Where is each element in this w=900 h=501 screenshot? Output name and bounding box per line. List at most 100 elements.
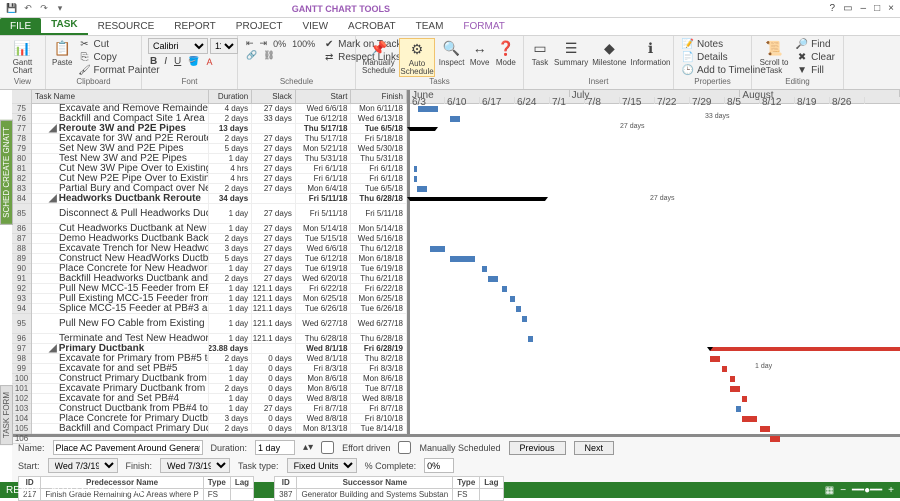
indent-button[interactable]: ⇥ — [258, 38, 270, 49]
tab-resource[interactable]: RESOURCE — [88, 18, 165, 35]
row-id[interactable]: 100 — [12, 374, 31, 384]
tab-file[interactable]: FILE — [0, 18, 41, 35]
table-row[interactable]: Test New 3W and P2E Pipes1 day27 daysThu… — [32, 154, 407, 164]
row-id[interactable]: 86 — [12, 224, 31, 234]
sidetab-gantt[interactable]: SCHED CREATE GNATT — [0, 120, 13, 225]
sidetab-task-form[interactable]: TASK FORM — [0, 385, 13, 445]
row-id[interactable]: 81 — [12, 164, 31, 174]
gantt-bar[interactable] — [450, 256, 475, 262]
table-row[interactable]: Cut New 3W Pipe Over to Existing, Test4 … — [32, 164, 407, 174]
gantt-bar[interactable] — [722, 366, 727, 372]
row-id[interactable]: 77 — [12, 124, 31, 134]
gantt-bar[interactable] — [710, 356, 720, 362]
insert-task-button[interactable]: ▭Task — [530, 38, 550, 67]
gantt-bar[interactable] — [742, 416, 757, 422]
table-row[interactable]: Cut Headworks Ductbank at New PB #3 Loca… — [32, 224, 407, 234]
table-row[interactable]: Backfill and Compact Primary Ductbank2 d… — [32, 424, 407, 434]
table-row[interactable]: ◢Headworks Ductbank Reroute34 daysFri 5/… — [32, 194, 407, 204]
table-row[interactable]: Backfill and Compact Site 1 Area2 days33… — [32, 114, 407, 124]
table-row[interactable]: Place Concrete for Primary Ductbank from… — [32, 414, 407, 424]
move-button[interactable]: ↔Move — [469, 38, 491, 67]
tab-task[interactable]: TASK — [41, 16, 87, 35]
outdent-button[interactable]: ⇤ — [244, 38, 256, 49]
col-duration[interactable]: Duration — [209, 90, 253, 103]
ribbon-collapse-icon[interactable]: ▭ — [843, 3, 852, 14]
row-id[interactable]: 79 — [12, 144, 31, 154]
table-row[interactable]: Backfill Headworks Ductbank and Compact2… — [32, 274, 407, 284]
row-id[interactable]: 82 — [12, 174, 31, 184]
gantt-bar[interactable] — [450, 116, 460, 122]
form-start-select[interactable]: Wed 7/3/19 — [48, 458, 118, 473]
table-row[interactable]: Partial Bury and Compact over New 3W and… — [32, 184, 407, 194]
row-id[interactable]: 83 — [12, 184, 31, 194]
font-family-select[interactable]: Calibri — [148, 38, 208, 54]
gantt-bar[interactable] — [488, 276, 498, 282]
col-finish[interactable]: Finish — [351, 90, 407, 103]
gantt-bar[interactable] — [528, 336, 533, 342]
mode-button[interactable]: ❓Mode — [495, 38, 517, 67]
form-name-input[interactable] — [53, 440, 203, 455]
table-row[interactable]: Set New 3W and P2E Pipes5 days27 daysMon… — [32, 144, 407, 154]
tab-format[interactable]: FORMAT — [453, 18, 514, 35]
table-row[interactable]: ◢Primary Ductbank223.88 daysWed 8/1/18Fr… — [32, 344, 407, 354]
help-icon[interactable]: ? — [830, 3, 836, 14]
row-id[interactable]: 87 — [12, 234, 31, 244]
tab-project[interactable]: PROJECT — [226, 18, 293, 35]
row-id[interactable]: 95 — [12, 314, 31, 334]
information-button[interactable]: ℹInformation — [630, 38, 670, 67]
qat-save-icon[interactable]: 💾 — [6, 3, 18, 15]
row-id[interactable]: 105 — [12, 424, 31, 434]
table-row[interactable]: Terminate and Test New Headworks FO Cabl… — [32, 334, 407, 344]
table-row[interactable]: Pull New MCC-15 Feeder from EPB-1-480 to… — [32, 284, 407, 294]
effort-driven-checkbox[interactable] — [321, 440, 334, 455]
form-tasktype-select[interactable]: Fixed Units — [287, 458, 357, 473]
find-button[interactable]: 🔎Find — [794, 38, 837, 50]
form-finish-select[interactable]: Wed 7/3/19 — [160, 458, 230, 473]
row-id[interactable]: 103 — [12, 404, 31, 414]
table-row[interactable]: Place Concrete for New Headworks Ductban… — [32, 264, 407, 274]
tab-view[interactable]: VIEW — [292, 18, 338, 35]
table-row[interactable]: Excavate for and set PB#51 day0 daysFri … — [32, 364, 407, 374]
col-task-name[interactable]: Task Name — [32, 90, 209, 103]
fill-color-button[interactable]: 🪣 — [186, 56, 201, 67]
inspect-button[interactable]: 🔍Inspect — [439, 38, 465, 67]
table-row[interactable]: Excavate and Remove Remainder of Abandon… — [32, 104, 407, 114]
tab-report[interactable]: REPORT — [164, 18, 226, 35]
zoom-in-icon[interactable]: + — [888, 485, 894, 496]
view-shortcut-icon[interactable]: ▦ — [825, 485, 834, 496]
table-row[interactable]: Construct Ductbank from PB#4 to PB#51 da… — [32, 404, 407, 414]
row-id[interactable]: 92 — [12, 284, 31, 294]
gantt-bar[interactable] — [510, 296, 515, 302]
table-row[interactable]: Demo Headworks Ductbank Back to EPB-1-48… — [32, 234, 407, 244]
zoom-slider[interactable]: ━━●━━ — [852, 485, 882, 496]
gantt-bar[interactable] — [516, 306, 521, 312]
bold-button[interactable]: B — [148, 56, 159, 67]
row-id[interactable]: 88 — [12, 244, 31, 254]
row-id[interactable]: 97 — [12, 344, 31, 354]
close-icon[interactable]: × — [888, 3, 894, 14]
form-pct-input[interactable] — [424, 458, 454, 473]
maximize-icon[interactable]: □ — [874, 3, 880, 14]
table-row[interactable]: Disconnect & Pull Headworks Ductbank Cab… — [32, 204, 407, 224]
row-id[interactable]: 80 — [12, 154, 31, 164]
table-row[interactable]: Excavate for and Set PB#41 day0 daysWed … — [32, 394, 407, 404]
row-id[interactable]: 75 — [12, 104, 31, 114]
qat-undo-icon[interactable]: ↶ — [22, 3, 34, 15]
duration-spinner-icon[interactable]: ▴▾ — [303, 442, 313, 453]
gantt-bar[interactable] — [760, 426, 770, 432]
italic-button[interactable]: I — [162, 56, 169, 67]
form-duration-input[interactable] — [255, 440, 295, 455]
underline-button[interactable]: U — [172, 56, 183, 67]
row-id[interactable]: 78 — [12, 134, 31, 144]
row-id[interactable]: 89 — [12, 254, 31, 264]
col-slack[interactable]: Slack — [252, 90, 296, 103]
row-id[interactable]: 102 — [12, 394, 31, 404]
row-id[interactable]: 94 — [12, 304, 31, 314]
table-row[interactable]: Excavate Trench for New Headworks Ductba… — [32, 244, 407, 254]
clear-button[interactable]: ✖Clear — [794, 51, 837, 63]
gantt-bar[interactable] — [482, 266, 487, 272]
table-row[interactable]: Excavate Primary Ductbank from PB#4 to P… — [32, 384, 407, 394]
gantt-bar[interactable] — [730, 386, 740, 392]
gantt-bar[interactable] — [410, 197, 545, 201]
gantt-bar[interactable] — [430, 246, 445, 252]
